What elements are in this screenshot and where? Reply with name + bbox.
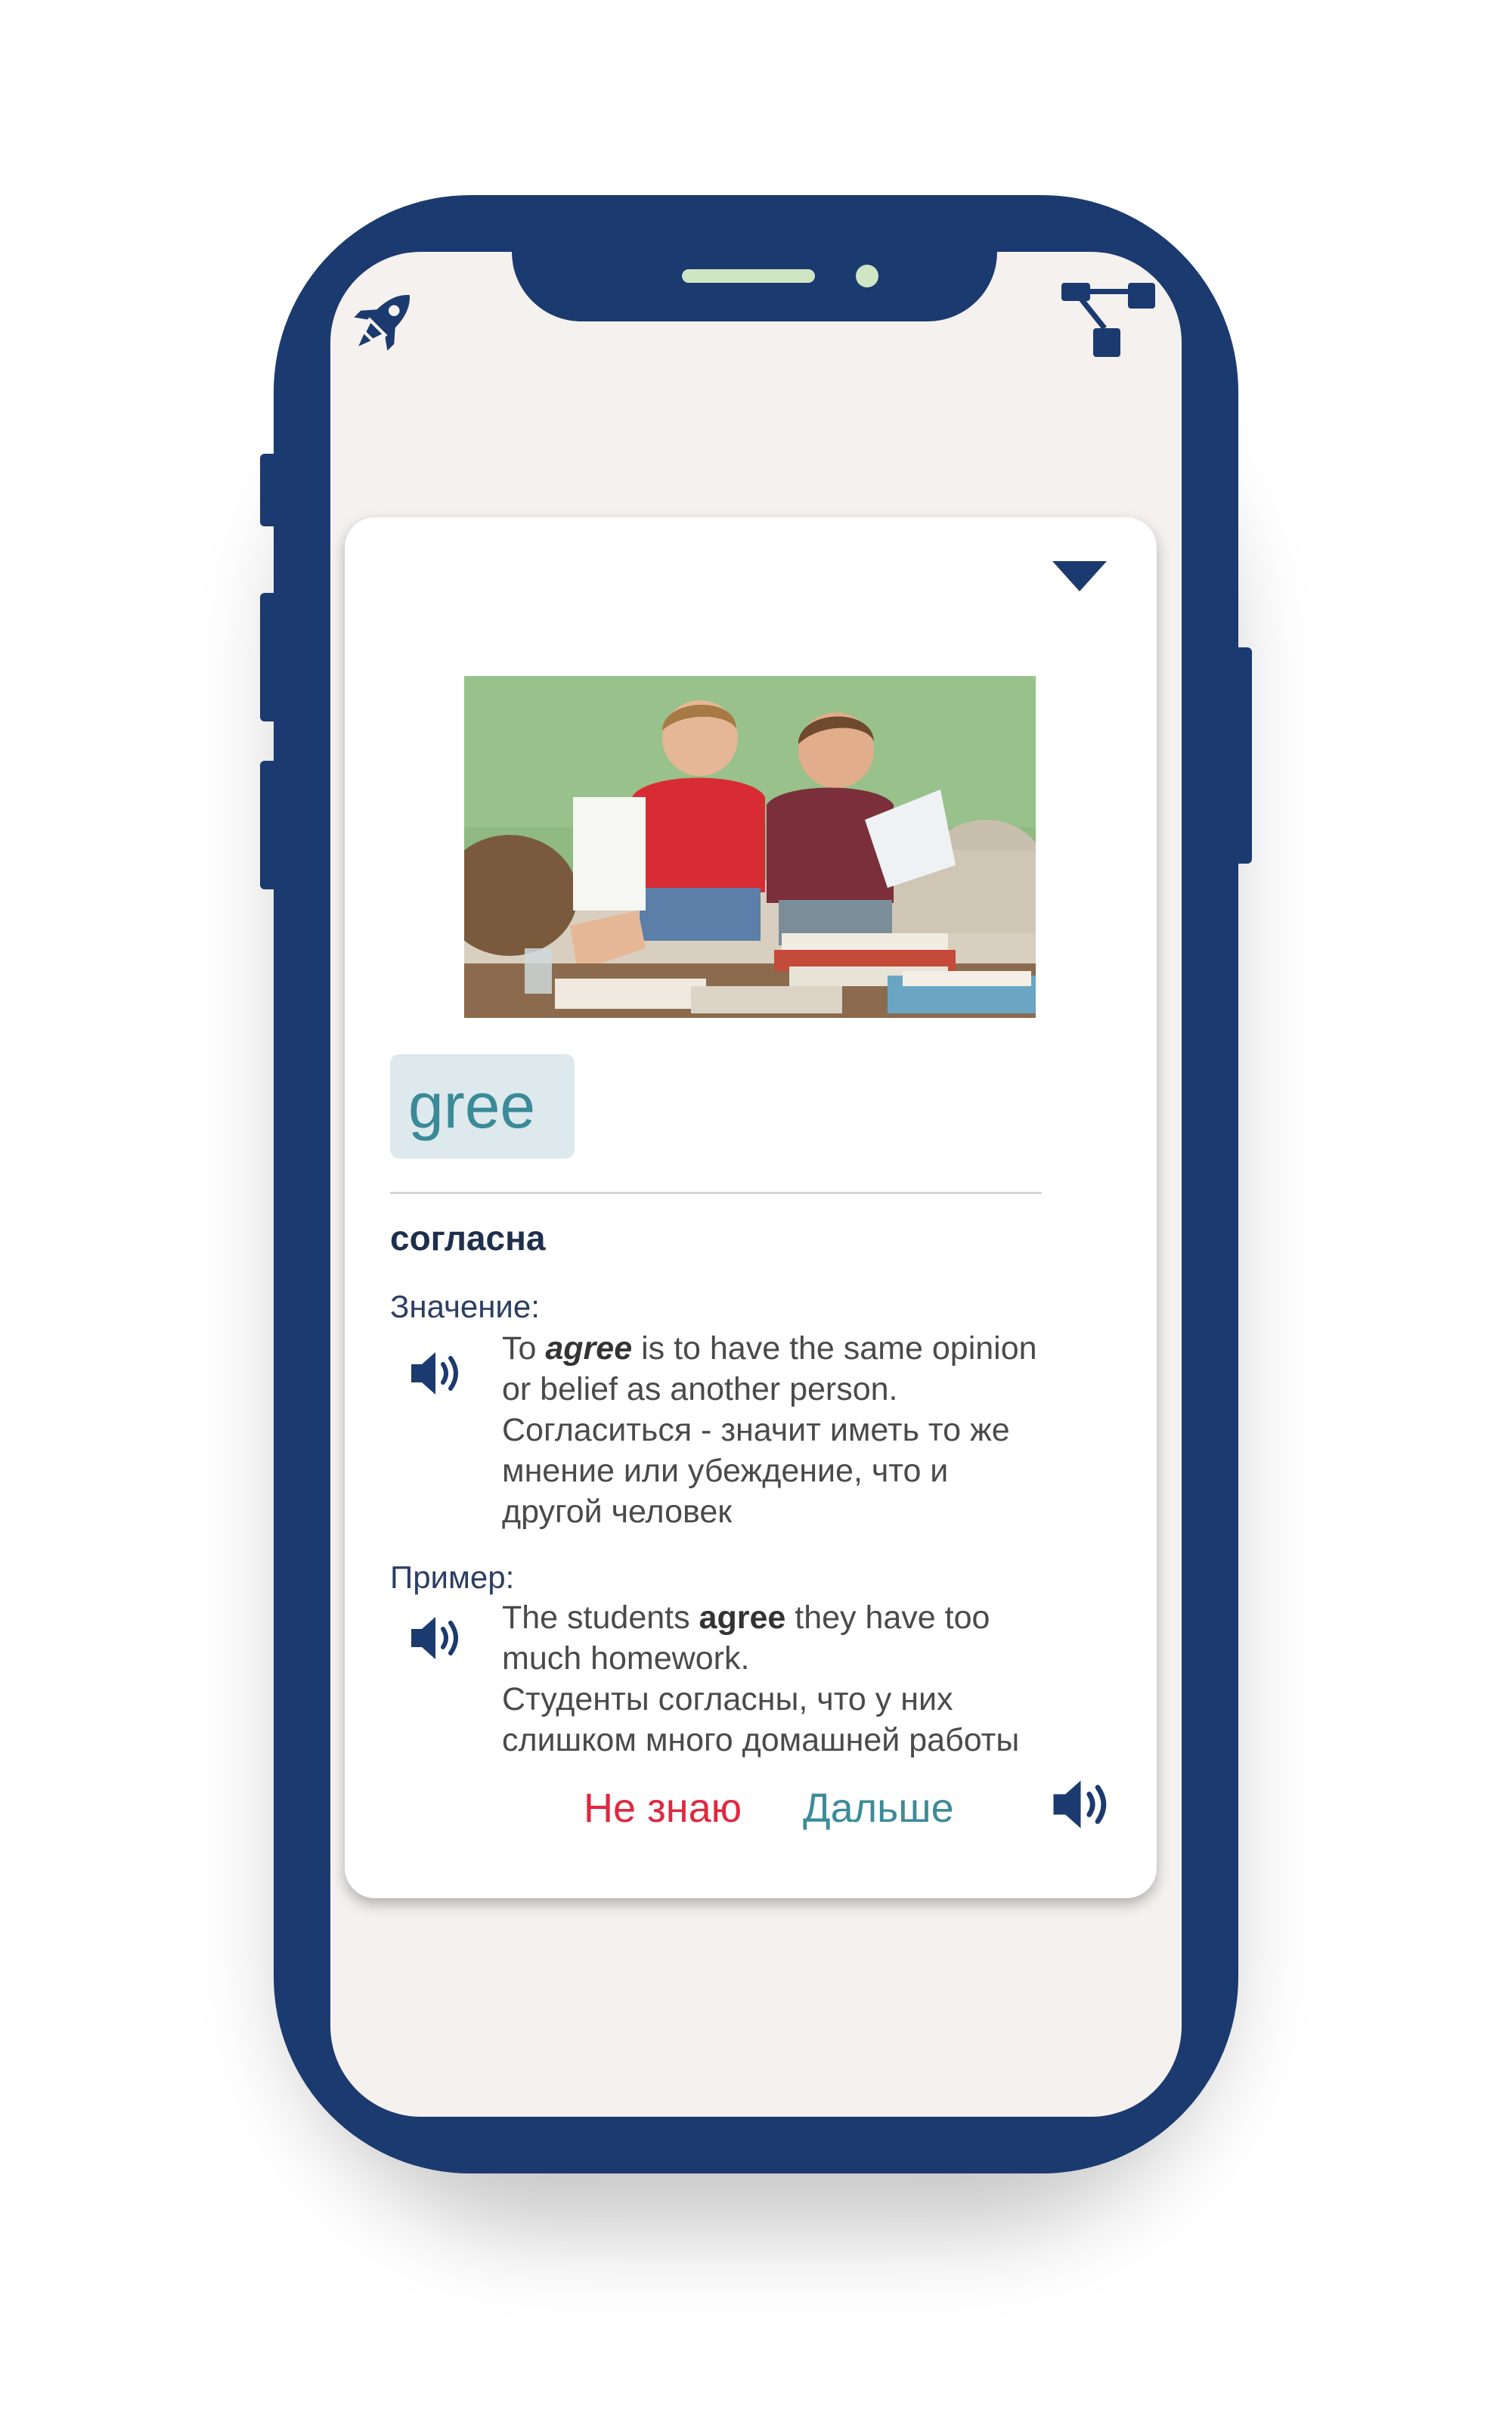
example-keyword: agree — [699, 1599, 786, 1636]
meaning-keyword: agree — [545, 1330, 633, 1367]
phone-power-button — [1234, 647, 1252, 864]
card-speaker-icon[interactable] — [1049, 1777, 1119, 1835]
notch — [512, 252, 997, 321]
meaning-line-4: мнение или убеждение, что и — [502, 1453, 949, 1489]
translation: согласна — [390, 1218, 546, 1258]
example-line-1-post: they have too — [785, 1599, 990, 1636]
phone-volume-down — [260, 761, 278, 889]
meaning-line-5: другой человек — [502, 1494, 733, 1530]
example-line-2: much homework. — [502, 1640, 750, 1677]
example-line-4: слишком много домашней работы — [502, 1722, 1020, 1758]
stage: gree согласна Значение: To agree is to h… — [0, 0, 1512, 2420]
example-line-1: The students agree they have too — [502, 1597, 1137, 1638]
divider — [390, 1192, 1042, 1194]
example-speaker-icon[interactable] — [408, 1614, 469, 1666]
camera — [856, 265, 878, 287]
word-text: gree — [408, 1070, 536, 1141]
word-illustration — [464, 676, 1036, 1018]
meaning-line-1-pre: To — [502, 1330, 546, 1367]
meaning-line-1: To agree is to have the same opinion — [502, 1328, 1137, 1369]
next-button[interactable]: Дальше — [803, 1785, 954, 1832]
meaning-line-1-post: is to have the same opinion — [632, 1330, 1037, 1367]
example-line-1-pre: The students — [502, 1599, 699, 1636]
meaning-line-2: or belief as another person. — [502, 1371, 898, 1407]
phone-volume-up — [260, 593, 278, 721]
word-chip: gree — [390, 1054, 575, 1159]
speaker-grille — [682, 269, 815, 283]
word-card: gree согласна Значение: To agree is to h… — [345, 517, 1157, 1898]
meaning-line-3: Согласиться - значит иметь то же — [502, 1412, 1010, 1448]
rocket-icon[interactable] — [345, 281, 423, 360]
example-text: The students agree they have too much ho… — [502, 1597, 1137, 1761]
example-line-3: Студенты согласны, что у них — [502, 1681, 953, 1717]
chevron-down-icon[interactable] — [1051, 560, 1108, 597]
meaning-label: Значение: — [390, 1289, 540, 1324]
example-label: Пример: — [390, 1559, 515, 1595]
sitemap-icon[interactable] — [1058, 280, 1157, 360]
meaning-text: To agree is to have the same opinion or … — [502, 1328, 1137, 1532]
meaning-speaker-icon[interactable] — [408, 1349, 469, 1401]
dont-know-button[interactable]: Не знаю — [584, 1785, 742, 1832]
phone-side-button — [260, 454, 278, 526]
